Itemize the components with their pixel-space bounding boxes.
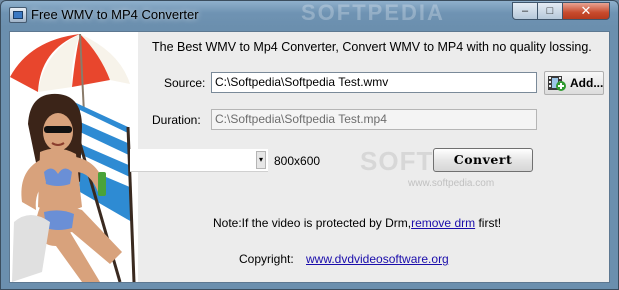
- duration-field: C:\Softpedia\Softpedia Test.mp4: [211, 109, 537, 130]
- resolution-value: 800x600: [274, 154, 321, 168]
- titlebar-watermark: SOFTPEDIA: [301, 0, 445, 25]
- source-input[interactable]: C:\Softpedia\Softpedia Test.wmv: [211, 72, 537, 93]
- window-title: Free WMV to MP4 Converter: [31, 7, 199, 22]
- chevron-down-icon[interactable]: ▾: [256, 151, 266, 169]
- remove-drm-link[interactable]: remove drm: [411, 216, 475, 230]
- close-button[interactable]: ✕: [562, 2, 610, 20]
- resolution-dropdown[interactable]: [130, 149, 268, 172]
- minimize-button[interactable]: –: [512, 2, 538, 20]
- duration-label: Duration:: [152, 113, 201, 127]
- add-button[interactable]: Add...: [544, 71, 604, 95]
- watermark-url: www.softpedia.com: [408, 178, 495, 189]
- website-link[interactable]: www.dvdvideosoftware.org: [306, 252, 449, 266]
- drm-note: Note:If the video is protected by Drm,re…: [213, 216, 501, 230]
- film-add-icon: [548, 76, 566, 91]
- copyright-label: Copyright:: [239, 252, 294, 266]
- title-bar[interactable]: Free WMV to MP4 Converter SOFTPEDIA – □ …: [1, 1, 618, 29]
- app-window: Free WMV to MP4 Converter SOFTPEDIA – □ …: [0, 0, 619, 290]
- promo-photo: [10, 32, 138, 282]
- beach-woman-illustration: [10, 32, 138, 282]
- maximize-button[interactable]: □: [537, 2, 563, 20]
- drm-note-prefix: Note:If the video is protected by Drm,: [213, 216, 412, 230]
- drm-note-suffix: first!: [475, 216, 502, 230]
- app-icon: [9, 7, 27, 23]
- convert-button[interactable]: Convert: [433, 148, 533, 172]
- add-button-label: Add...: [570, 76, 604, 90]
- tagline: The Best WMV to Mp4 Converter, Convert W…: [152, 40, 592, 54]
- client-area: The Best WMV to Mp4 Converter, Convert W…: [9, 31, 610, 283]
- source-label: Source:: [164, 76, 206, 90]
